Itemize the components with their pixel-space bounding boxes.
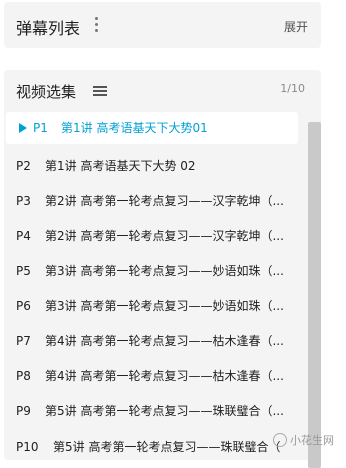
scrollbar[interactable] [308,122,321,468]
watermark: 小花生网 [273,432,334,448]
list-view-icon[interactable] [93,86,107,97]
episode-number: P6 [16,290,31,322]
episode-title: 第5讲 高考第一轮考点复习——珠联璧合（ [53,431,280,460]
episode-item-p7[interactable]: P7 第4讲 高考第一轮考点复习——枯木逢春（... [6,325,298,357]
episode-title: 第2讲 高考第一轮考点复习——汉字乾坤（... [45,220,284,252]
play-icon [19,123,27,133]
episode-number: P9 [16,395,31,427]
episode-title: 第4讲 高考第一轮考点复习——枯木逢春（... [45,325,284,357]
episode-number: P2 [16,150,31,182]
watermark-logo-icon [273,433,287,447]
page-count: 1/10 [280,82,305,95]
episode-title: 第2讲 高考第一轮考点复习——汉字乾坤（... [45,185,284,217]
episode-number: P5 [16,255,31,287]
episode-number: P7 [16,325,31,357]
watermark-text: 小花生网 [290,432,334,448]
episode-title: 第3讲 高考第一轮考点复习——妙语如珠（... [45,255,284,287]
episode-title: 第4讲 高考第一轮考点复习——枯木逢春（... [45,360,284,392]
episode-number: P8 [16,360,31,392]
episode-item-p3[interactable]: P3 第2讲 高考第一轮考点复习——汉字乾坤（... [6,185,298,217]
episode-number: P4 [16,220,31,252]
episode-number: P10 [16,431,39,460]
episode-item-p4[interactable]: P4 第2讲 高考第一轮考点复习——汉字乾坤（... [6,220,298,252]
episode-item-p1[interactable]: P1 第1讲 高考语基天下大势01 [6,112,298,144]
episode-title: 第3讲 高考第一轮考点复习——妙语如珠（... [45,290,284,322]
episode-item-p2[interactable]: P2 第1讲 高考语基天下大势 02 [6,150,298,182]
episode-item-p9[interactable]: P9 第5讲 高考第一轮考点复习——珠联璧合（... [6,395,298,427]
danmaku-title: 弹幕列表 [16,15,80,39]
episode-title: 第1讲 高考语基天下大势 02 [45,150,196,182]
episode-list: P1 第1讲 高考语基天下大势01 P2 第1讲 高考语基天下大势 02 P3 … [6,112,302,460]
danmaku-panel: 弹幕列表 展开 [4,2,321,48]
episode-title: 第5讲 高考第一轮考点复习——珠联璧合（... [45,395,284,427]
episode-item-p10[interactable]: P10 第5讲 高考第一轮考点复习——珠联璧合（ [6,431,298,460]
episode-item-p5[interactable]: P5 第3讲 高考第一轮考点复习——妙语如珠（... [6,255,298,287]
episodes-panel: 视频选集 1/10 P1 第1讲 高考语基天下大势01 P2 第1讲 高考语基天… [4,70,321,460]
more-options-icon[interactable] [94,17,100,35]
episode-title: 第1讲 高考语基天下大势01 [61,112,208,144]
episodes-title: 视频选集 [16,81,76,102]
episode-number: P1 [33,112,48,144]
episode-number: P3 [16,185,31,217]
episode-item-p6[interactable]: P6 第3讲 高考第一轮考点复习——妙语如珠（... [6,290,298,322]
episode-item-p8[interactable]: P8 第4讲 高考第一轮考点复习——枯木逢春（... [6,360,298,392]
expand-button[interactable]: 展开 [284,18,308,35]
